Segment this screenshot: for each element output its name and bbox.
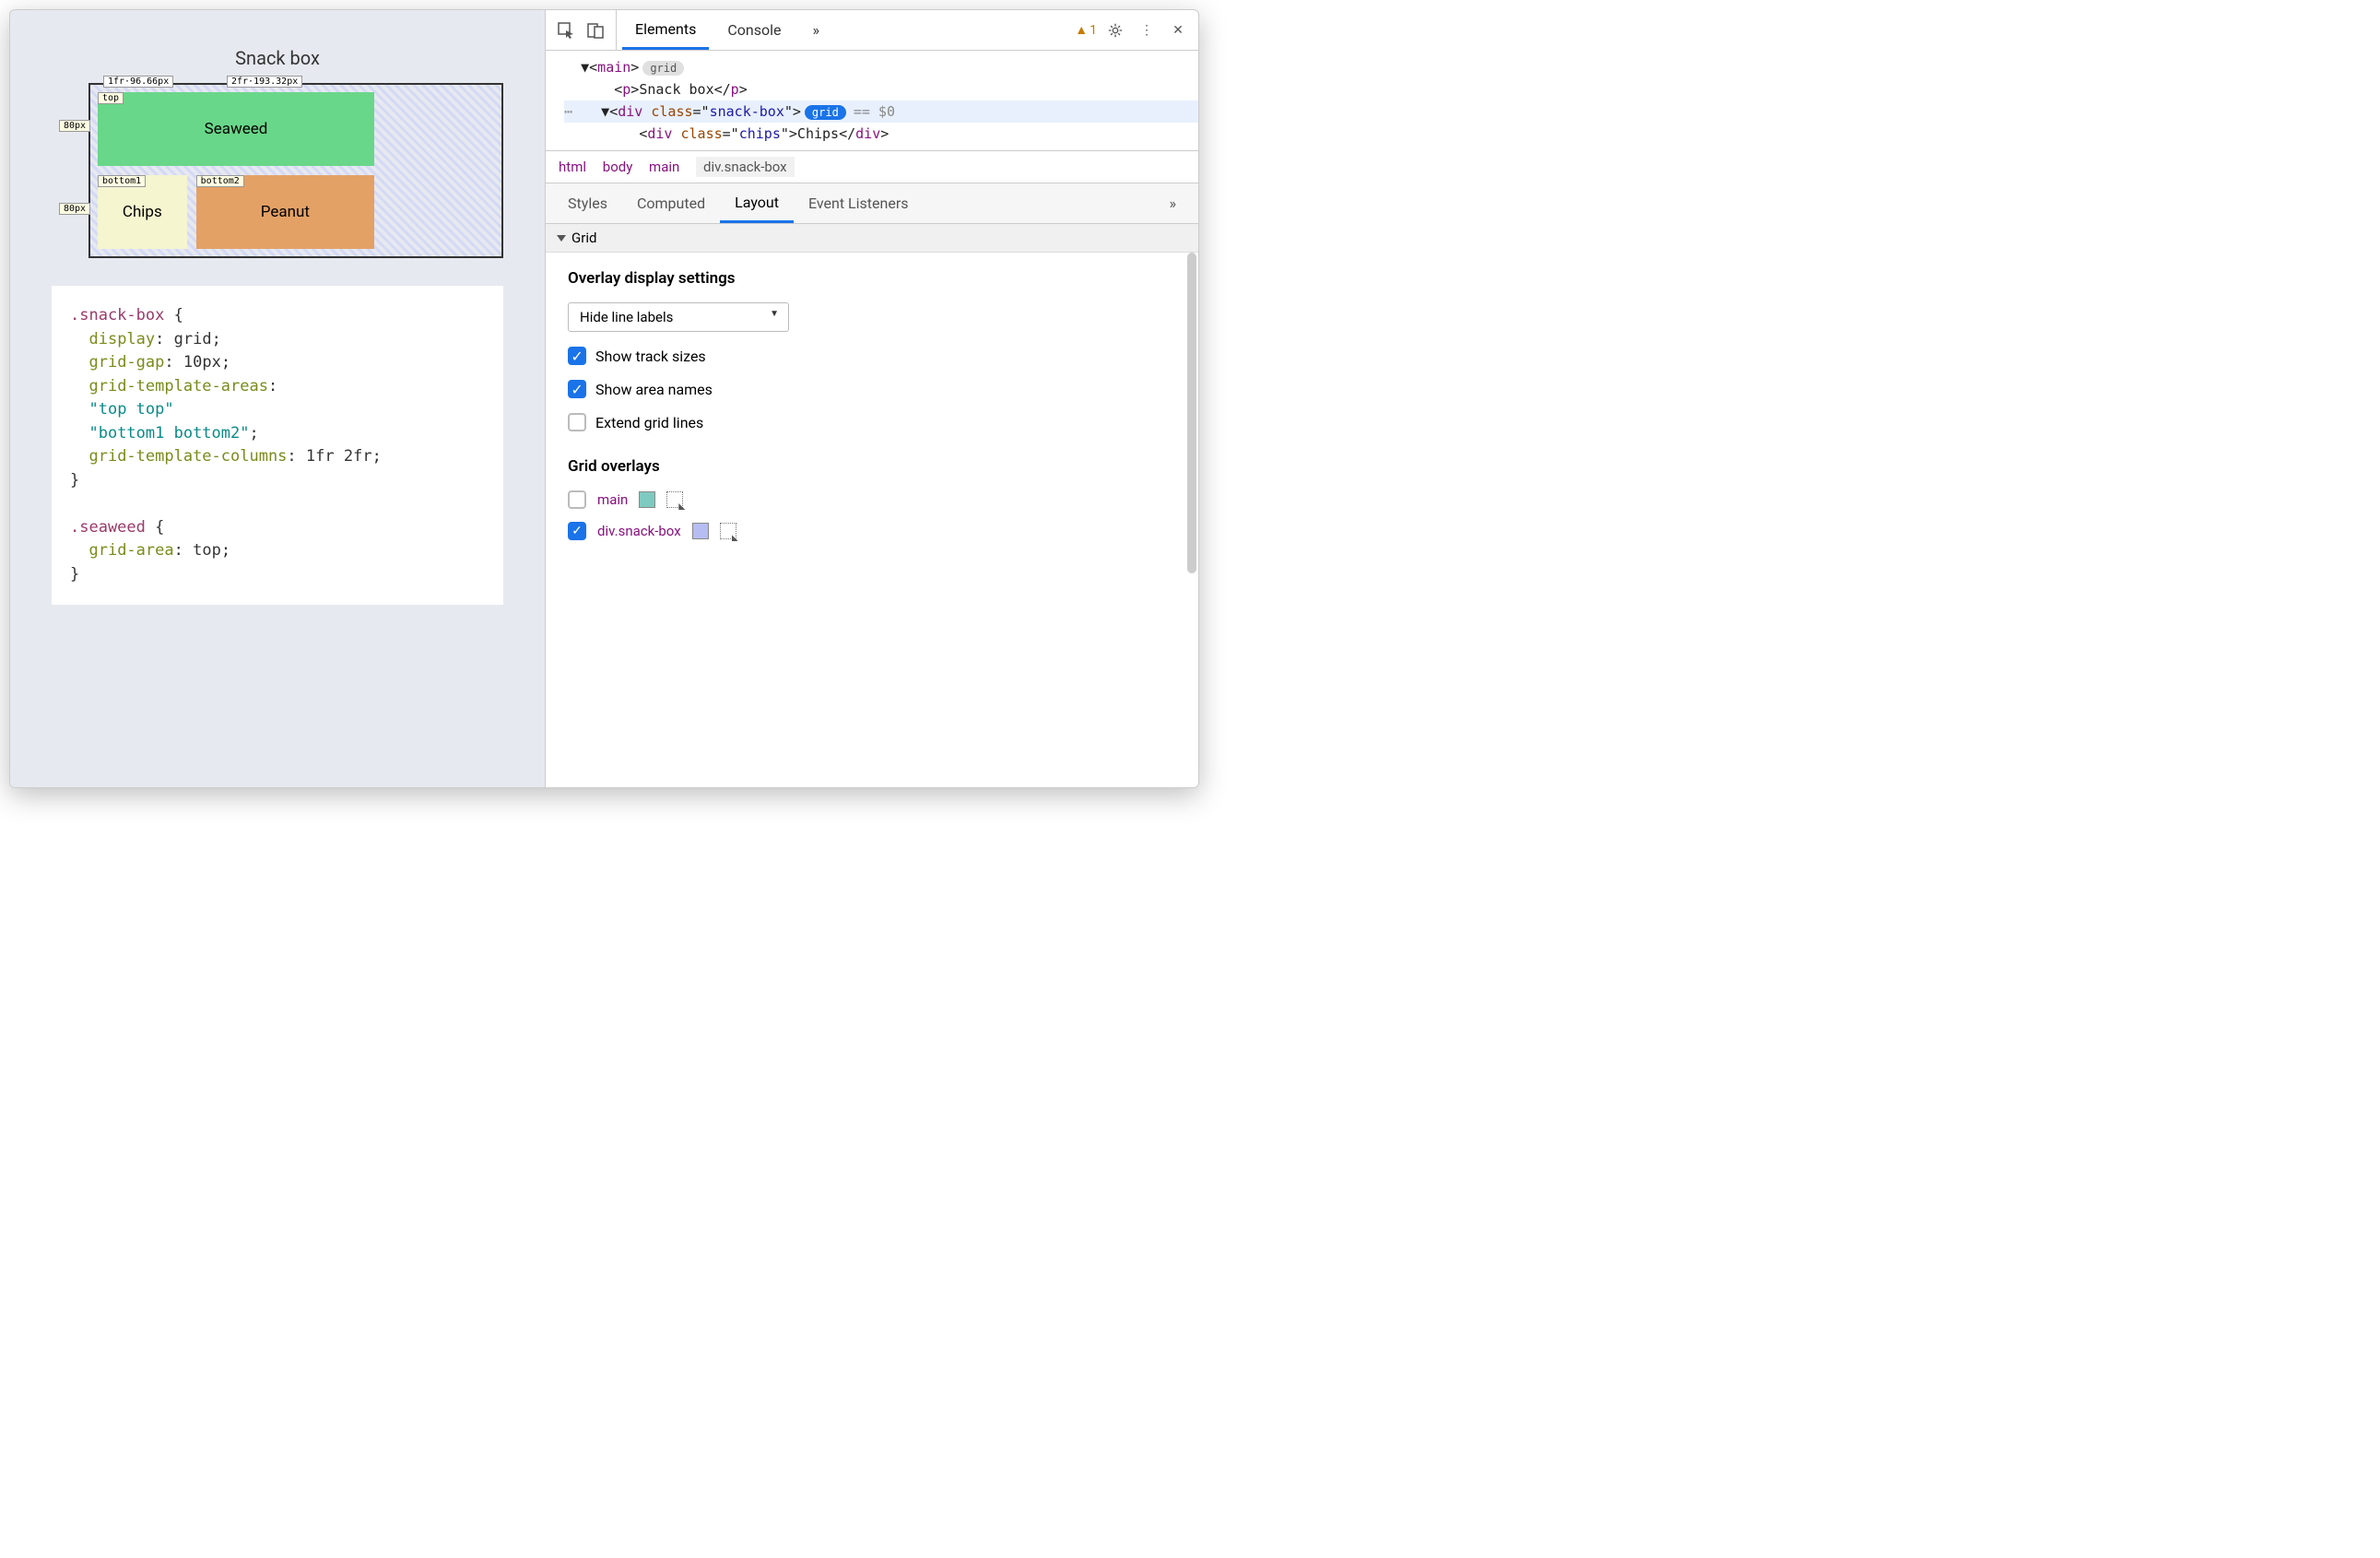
subtab-more[interactable]: » (1154, 183, 1191, 223)
subtab-layout[interactable]: Layout (720, 183, 794, 223)
page-preview-pane: Snack box 1fr·96.66px 2fr·193.32px 80px … (10, 10, 545, 787)
breadcrumb-item[interactable]: html (559, 159, 586, 175)
device-toolbar-icon[interactable] (583, 18, 608, 43)
gear-icon[interactable] (1102, 18, 1128, 43)
area-name-top: top (98, 92, 124, 104)
color-swatch[interactable] (639, 491, 655, 508)
color-swatch[interactable] (692, 523, 709, 539)
dom-text-node: Chips (797, 125, 839, 142)
breadcrumb-item-active[interactable]: div.snack-box (696, 157, 795, 177)
kebab-menu-icon[interactable]: ⋮ (1134, 18, 1160, 43)
cell-label-chips: Chips (123, 203, 162, 221)
breadcrumb: html body main div.snack-box (546, 150, 1198, 183)
styles-sub-tabbar: Styles Computed Layout Event Listeners » (546, 183, 1198, 224)
overlay-name[interactable]: main (597, 491, 628, 508)
tab-elements[interactable]: Elements (622, 10, 709, 50)
dom-text-node: Snack box (639, 81, 713, 98)
grid-cell-peanut: bottom2 Peanut (196, 175, 374, 249)
grid-cell-seaweed: 1fr·96.66px 2fr·193.32px 80px top Seawee… (98, 92, 374, 166)
dom-tree[interactable]: ▼<main>grid <p>Snack box</p> ⋯ ▼<div cla… (546, 51, 1198, 150)
tab-console[interactable]: Console (714, 10, 794, 50)
overlay-snackbox-checkbox[interactable]: ✓ (568, 522, 586, 540)
line-labels-select[interactable]: Hide line labels (568, 302, 789, 332)
tab-more[interactable]: » (800, 10, 833, 50)
inspect-element-icon[interactable] (553, 18, 579, 43)
overlay-main-checkbox[interactable] (568, 490, 586, 509)
extend-grid-lines-checkbox[interactable] (568, 413, 586, 431)
layout-panel-body: Overlay display settings Hide line label… (546, 253, 1198, 787)
scrollbar[interactable] (1187, 253, 1196, 573)
cell-label-peanut: Peanut (261, 203, 310, 221)
highlight-element-icon[interactable] (666, 491, 683, 508)
breadcrumb-item[interactable]: body (603, 159, 633, 175)
show-track-sizes-checkbox[interactable]: ✓ (568, 347, 586, 365)
grid-overlays-heading: Grid overlays (568, 457, 1176, 476)
cell-label-seaweed: Seaweed (205, 120, 268, 138)
row-size-label-1: 80px (59, 120, 90, 132)
checkbox-label: Extend grid lines (595, 414, 703, 431)
grid-section-header[interactable]: Grid (546, 224, 1198, 253)
area-name-bottom2: bottom2 (196, 175, 244, 187)
col-size-label-1: 1fr·96.66px (103, 76, 173, 88)
page-title: Snack box (52, 47, 503, 69)
subtab-computed[interactable]: Computed (622, 183, 720, 223)
row-size-label-2: 80px (59, 203, 90, 215)
overlay-row-snackbox: ✓ div.snack-box (568, 522, 1176, 540)
subtab-styles[interactable]: Styles (553, 183, 622, 223)
section-title: Grid (571, 230, 596, 246)
devtools-pane: Elements Console » ▲ 1 ⋮ ✕ ▼<main>grid <… (545, 10, 1198, 787)
checkbox-label: Show area names (595, 381, 713, 398)
col-size-label-2: 2fr·193.32px (227, 76, 302, 88)
overlay-row-main: main (568, 490, 1176, 509)
highlight-element-icon[interactable] (720, 523, 736, 539)
grid-overlay-wrapper: 1fr·96.66px 2fr·193.32px 80px top Seawee… (88, 83, 503, 258)
css-code-block: .snack-box { display: grid; grid-gap: 10… (52, 286, 503, 605)
checkbox-label: Show track sizes (595, 348, 706, 365)
grid-cell-chips: 80px bottom1 Chips (98, 175, 187, 249)
devtools-tabbar: Elements Console » ▲ 1 ⋮ ✕ (546, 10, 1198, 51)
overlay-settings-heading: Overlay display settings (568, 269, 1176, 288)
area-name-bottom1: bottom1 (98, 175, 146, 187)
subtab-event-listeners[interactable]: Event Listeners (794, 183, 924, 223)
breadcrumb-item[interactable]: main (649, 159, 679, 175)
overlay-name[interactable]: div.snack-box (597, 523, 681, 539)
close-icon[interactable]: ✕ (1165, 18, 1191, 43)
warnings-badge[interactable]: ▲ 1 (1075, 22, 1097, 38)
snack-box-grid: 1fr·96.66px 2fr·193.32px 80px top Seawee… (88, 83, 503, 258)
show-area-names-checkbox[interactable]: ✓ (568, 380, 586, 398)
